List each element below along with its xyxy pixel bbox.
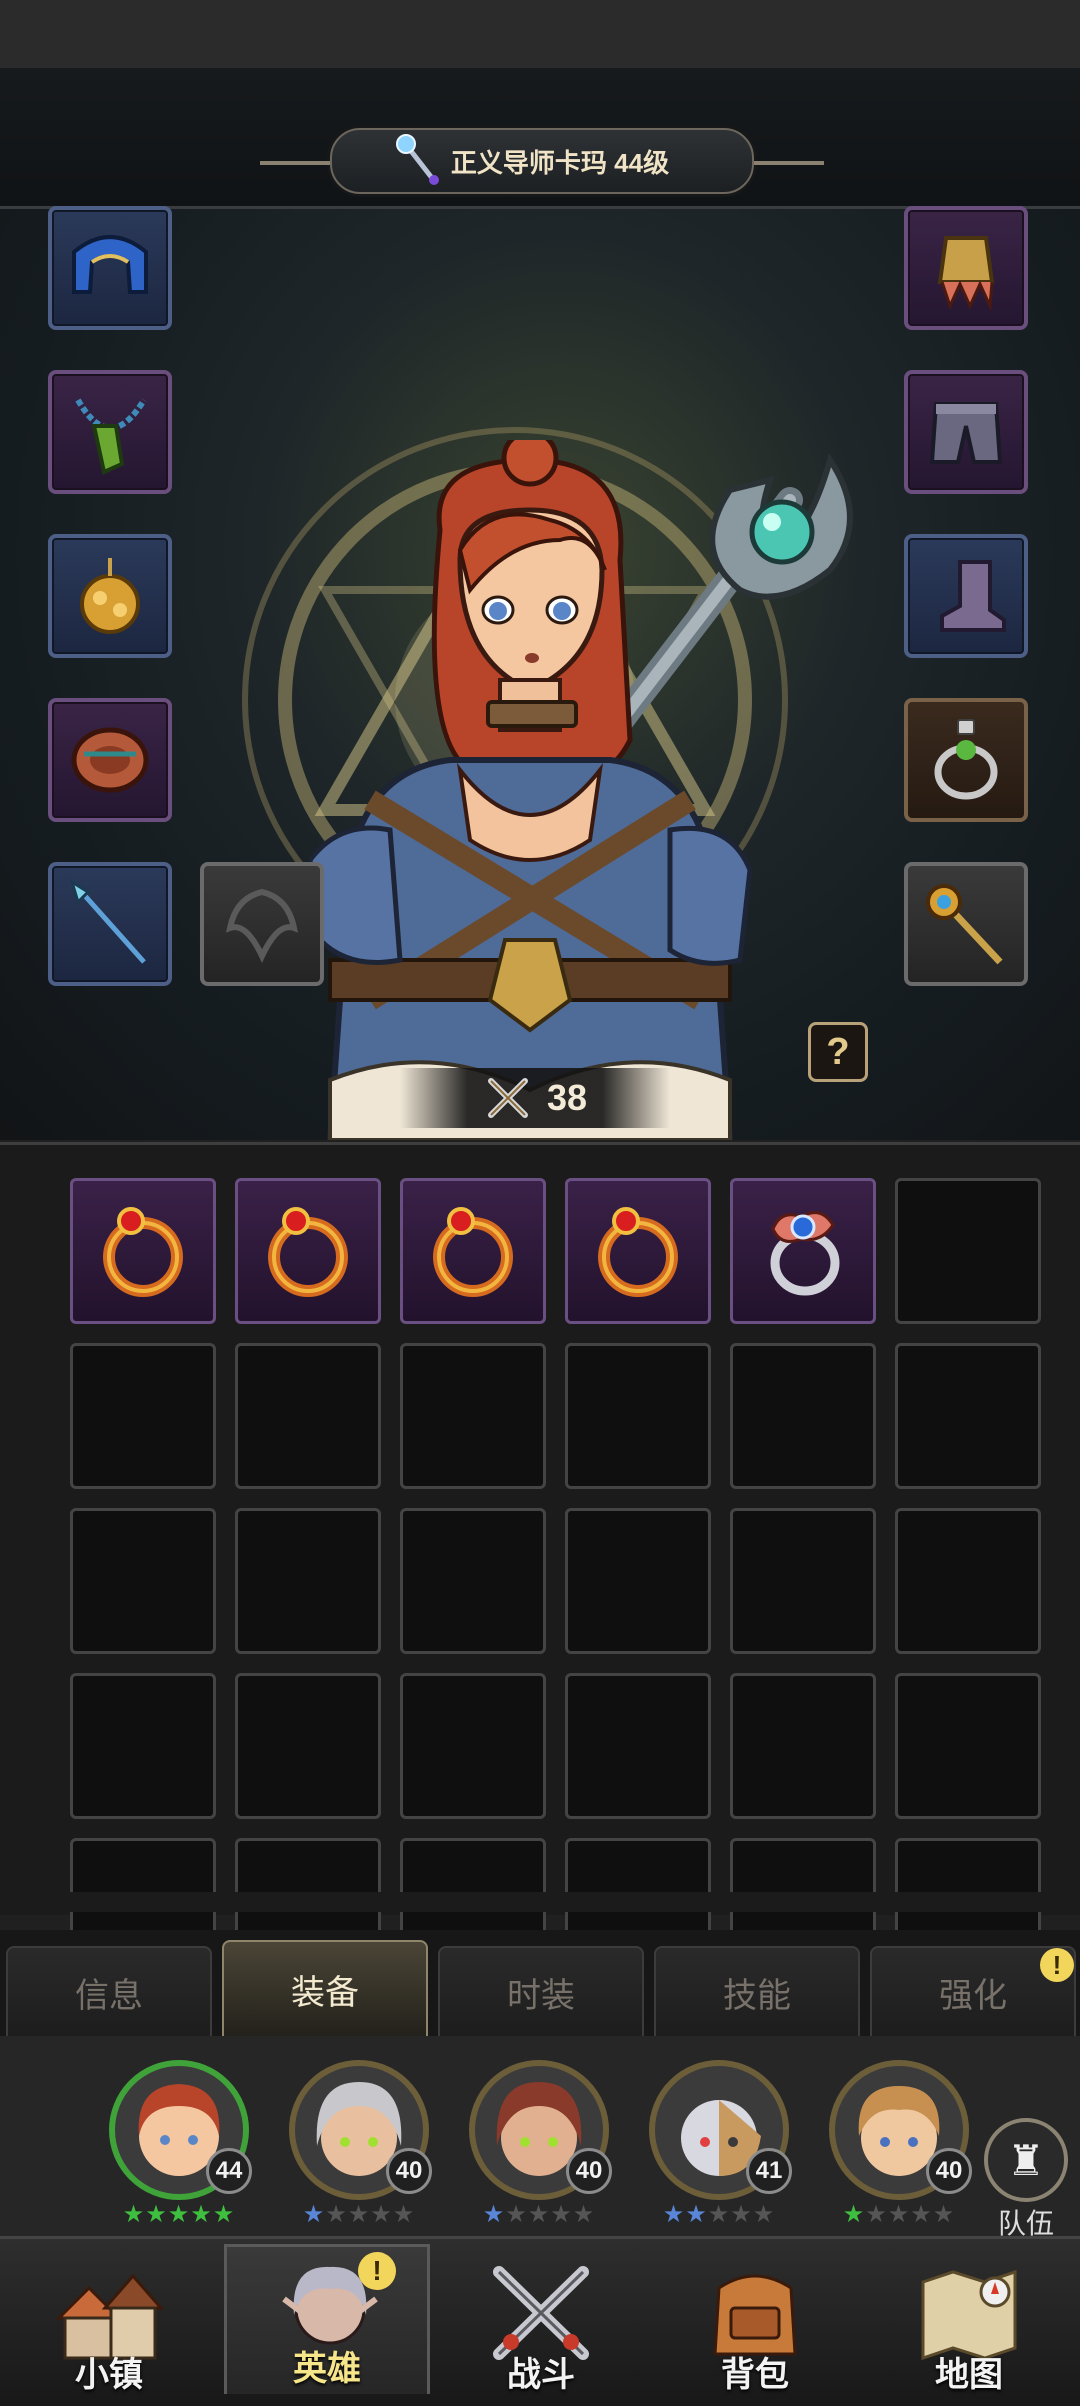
bracer-icon: [71, 727, 149, 793]
inventory-slot[interactable]: [235, 1343, 381, 1489]
inventory-slot[interactable]: [400, 1673, 546, 1819]
inventory-scroll-edge: [0, 1892, 1080, 1912]
inventory-slot[interactable]: [235, 1178, 381, 1324]
inventory-slot[interactable]: [895, 1178, 1041, 1324]
nav-map[interactable]: 地图: [866, 2250, 1072, 2400]
combat-power-value: 38: [546, 1077, 588, 1118]
nav-bag[interactable]: 背包: [652, 2250, 858, 2400]
hero-stars: ★★★★★: [482, 2201, 596, 2228]
nav-label: 英雄: [293, 2350, 361, 2388]
tab-skills[interactable]: 技能: [654, 1946, 860, 2036]
equip-slot-head[interactable]: [48, 206, 172, 330]
hero-level: 41: [746, 2148, 792, 2194]
nav-heroes[interactable]: 英雄: [224, 2244, 430, 2394]
combat-power: 38: [400, 1068, 670, 1128]
status-strip: [0, 0, 1080, 68]
tab-equipment[interactable]: 装备: [222, 1940, 428, 2036]
shoulder-icon: [937, 236, 995, 312]
tab-info[interactable]: 信息: [6, 1946, 212, 2036]
hero-title-plate: 正义导师卡玛 44级: [260, 128, 824, 194]
hood-icon: [72, 235, 148, 294]
equip-slot-feet[interactable]: [904, 534, 1028, 658]
equip-slot-staff[interactable]: [904, 862, 1028, 986]
inventory-slot[interactable]: [565, 1508, 711, 1654]
equip-slot-amulet[interactable]: [48, 534, 172, 658]
nav-town[interactable]: 小镇: [6, 2250, 212, 2400]
hero-portrait: [310, 440, 853, 1140]
equip-slot-ring[interactable]: [904, 698, 1028, 822]
hero-stars: ★★★★★: [302, 2201, 416, 2228]
hero-level: 40: [926, 2148, 972, 2194]
nav-battle[interactable]: 战斗: [438, 2250, 644, 2400]
inventory-slot[interactable]: [730, 1178, 876, 1324]
equip-slot-neck[interactable]: [48, 370, 172, 494]
nav-label: 小镇: [75, 2356, 143, 2394]
equip-slot-offhand[interactable]: [200, 862, 324, 986]
chess-pieces-icon: ♜: [984, 2118, 1068, 2202]
hero-level: 40: [566, 2148, 612, 2194]
enhance-alert-badge: !: [1040, 1948, 1074, 1982]
inventory-slot[interactable]: [235, 1508, 381, 1654]
ruby-ring-icon: [433, 1207, 513, 1297]
necklace-icon: [75, 398, 147, 475]
hero-card[interactable]: 40 ★★★★★: [284, 2060, 434, 2230]
offhand-empty-icon: [225, 888, 299, 964]
staff-icon: [926, 884, 1003, 965]
inventory-slot[interactable]: [70, 1673, 216, 1819]
pants-icon: [929, 402, 1003, 464]
inventory-slot[interactable]: [895, 1343, 1041, 1489]
ruby-ring-icon: [268, 1207, 348, 1297]
team-button[interactable]: ♜ 队伍: [980, 2118, 1072, 2239]
inventory-slot[interactable]: [70, 1508, 216, 1654]
hero-card[interactable]: 40 ★★★★★: [464, 2060, 614, 2230]
inventory-slot[interactable]: [400, 1508, 546, 1654]
equip-slot-legs[interactable]: [904, 370, 1028, 494]
hero-stars: ★★★★★: [842, 2201, 956, 2228]
nav-label: 背包: [721, 2356, 789, 2394]
inventory-slot[interactable]: [70, 1178, 216, 1324]
inventory-slot[interactable]: [70, 1343, 216, 1489]
nav-label: 地图: [935, 2356, 1003, 2394]
staff-icon: [396, 134, 439, 185]
help-button[interactable]: ?: [808, 1022, 868, 1082]
hero-stars: ★★★★★: [662, 2201, 776, 2228]
inventory-slot[interactable]: [895, 1508, 1041, 1654]
inventory-slot[interactable]: [565, 1673, 711, 1819]
tab-fashion[interactable]: 时装: [438, 1946, 644, 2036]
boots-icon: [940, 560, 1006, 632]
inventory-slot[interactable]: [730, 1673, 876, 1819]
inventory-slot[interactable]: [565, 1178, 711, 1324]
sapphire-ring-icon: [770, 1211, 840, 1296]
ruby-ring-icon: [103, 1207, 183, 1297]
equip-slot-weapon[interactable]: [48, 862, 172, 986]
inventory-slot[interactable]: [400, 1178, 546, 1324]
hero-level: 44: [206, 2148, 252, 2194]
inventory-slot[interactable]: [235, 1673, 381, 1819]
hero-card-selected[interactable]: 44 ★★★★★: [104, 2060, 254, 2230]
inventory-slot[interactable]: [730, 1343, 876, 1489]
spear-icon: [69, 878, 146, 964]
inventory-slot[interactable]: [730, 1508, 876, 1654]
crossed-swords-icon: [487, 1078, 528, 1118]
inventory-slot[interactable]: [895, 1673, 1041, 1819]
hero-title: 正义导师卡玛 44级: [450, 147, 670, 178]
equip-slot-shoulder[interactable]: [904, 206, 1028, 330]
ring-locked-icon: [934, 719, 998, 800]
hero-stars: ★★★★★: [122, 2201, 236, 2228]
hero-level: 40: [386, 2148, 432, 2194]
ruby-ring-icon: [598, 1207, 678, 1297]
inventory-slot[interactable]: [565, 1343, 711, 1489]
hero-card[interactable]: 41 ★★★★★: [644, 2060, 794, 2230]
inventory-slot[interactable]: [400, 1343, 546, 1489]
equip-slot-bracer[interactable]: [48, 698, 172, 822]
heroes-alert-badge: !: [358, 2252, 396, 2290]
hero-card[interactable]: 40 ★★★★★: [824, 2060, 974, 2230]
amulet-icon: [80, 558, 140, 634]
nav-label: 战斗: [507, 2356, 575, 2394]
